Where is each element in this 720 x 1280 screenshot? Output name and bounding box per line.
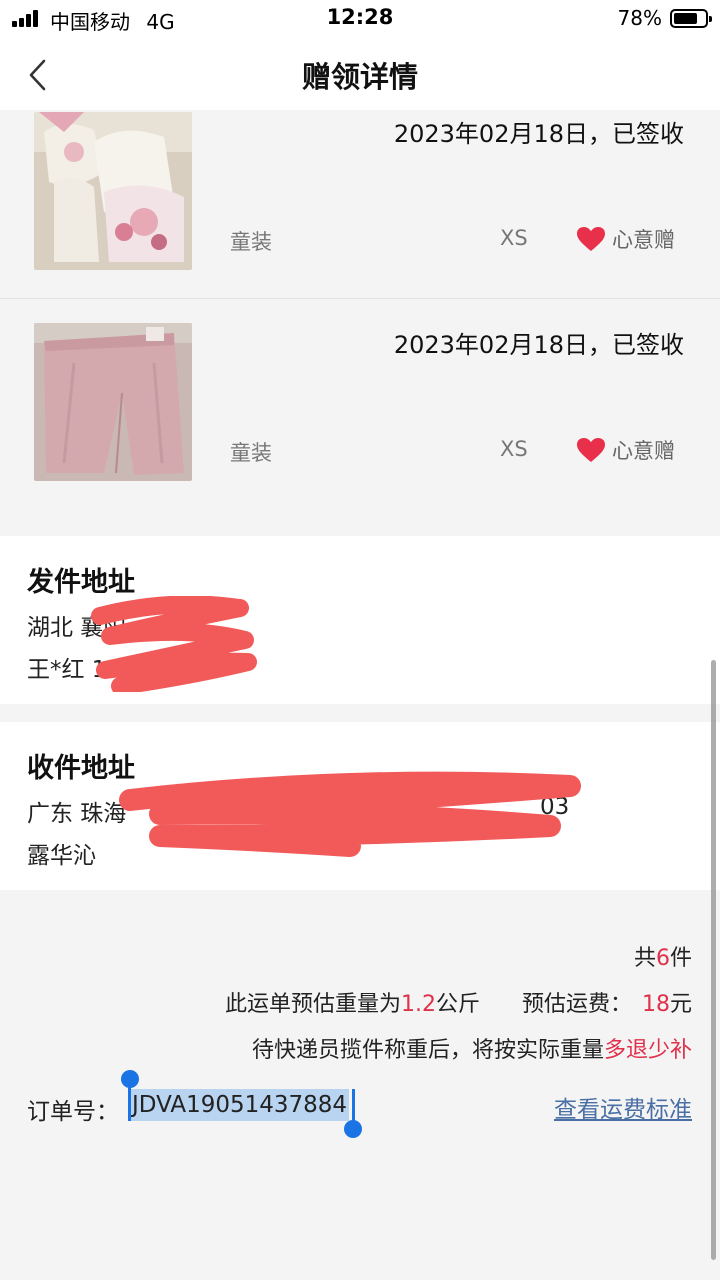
heart-icon (577, 438, 605, 462)
battery-icon (670, 9, 712, 28)
selection-start-bar (128, 1085, 131, 1121)
item-category: 童装 (230, 441, 272, 465)
item-wish-label: 心意赠 (612, 228, 675, 252)
screen: 2023年02月18日，已签收 童装 XS 心意赠 2023年02月18日，已签… (0, 0, 720, 1280)
note-highlight: 多退少补 (603, 1038, 692, 1063)
weight-value: 1.2 (400, 992, 436, 1017)
total-count-value: 6 (655, 946, 670, 971)
battery-fill (674, 13, 697, 24)
weight-fee-line: 此运单预估重量为1.2公斤 预估运费： 18元 (225, 986, 692, 1018)
item-date: 2023年02月18日，已签收 (393, 331, 684, 359)
note-prefix: 待快递员揽件称重后，将按实际重量 (251, 1038, 604, 1063)
sender-card: 发件地址 湖北 襄阳 王*红 158* (0, 536, 720, 704)
redaction-scribble (91, 596, 257, 692)
refund-note: 待快递员揽件称重后，将按实际重量多退少补 (252, 1032, 692, 1064)
item-size: XS (500, 226, 528, 250)
redaction-scribble (119, 771, 581, 857)
sender-title: 发件地址 (27, 567, 135, 598)
status-bar: 中国移动 4G 12:28 78% (0, 0, 720, 40)
item-date: 2023年02月18日，已签收 (393, 120, 684, 148)
receiver-card: 收件地址 广东 珠海 03 露华沁 (0, 722, 720, 890)
list-item[interactable]: 2023年02月18日，已签收 童装 XS 心意赠 (0, 299, 720, 509)
item-wish: 心意赠 (576, 224, 675, 254)
baby-clothes-photo-icon (34, 112, 192, 270)
weight-prefix: 此运单预估重量为 (224, 992, 401, 1017)
item-list: 2023年02月18日，已签收 童装 XS 心意赠 2023年02月18日，已签… (0, 88, 720, 509)
pink-pants-photo-icon (34, 323, 192, 481)
heart-icon (577, 227, 605, 251)
status-time: 12:28 (326, 5, 394, 29)
list-item[interactable]: 2023年02月18日，已签收 童装 XS 心意赠 (0, 88, 720, 298)
item-photo[interactable] (34, 323, 192, 481)
order-label: 订单号： (27, 1099, 119, 1125)
nav-bar: 赠领详情 (0, 40, 720, 110)
fee-value: 18 (641, 992, 670, 1017)
total-count: 共6件 (634, 940, 692, 972)
total-prefix: 共 (633, 946, 656, 971)
scrollbar[interactable] (711, 660, 716, 1260)
battery-percent: 78% (617, 6, 662, 30)
fee-prefix: 预估运费： (521, 992, 632, 1017)
item-wish: 心意赠 (576, 435, 675, 465)
selection-end-handle[interactable] (344, 1120, 362, 1138)
item-wish-label: 心意赠 (612, 439, 675, 463)
fee-unit: 元 (669, 992, 692, 1017)
weight-unit: 公斤 (435, 992, 480, 1017)
selection-start-handle[interactable] (121, 1070, 139, 1088)
page-title: 赠领详情 (301, 60, 418, 94)
receiver-contact: 露华沁 (27, 843, 96, 869)
item-size: XS (500, 437, 528, 461)
total-suffix: 件 (669, 946, 692, 971)
item-photo[interactable] (34, 112, 192, 270)
fee-standard-link[interactable]: 查看运费标准 (554, 1090, 692, 1124)
item-category: 童装 (230, 230, 272, 254)
order-number[interactable]: JDVA19051437884 (130, 1089, 350, 1121)
